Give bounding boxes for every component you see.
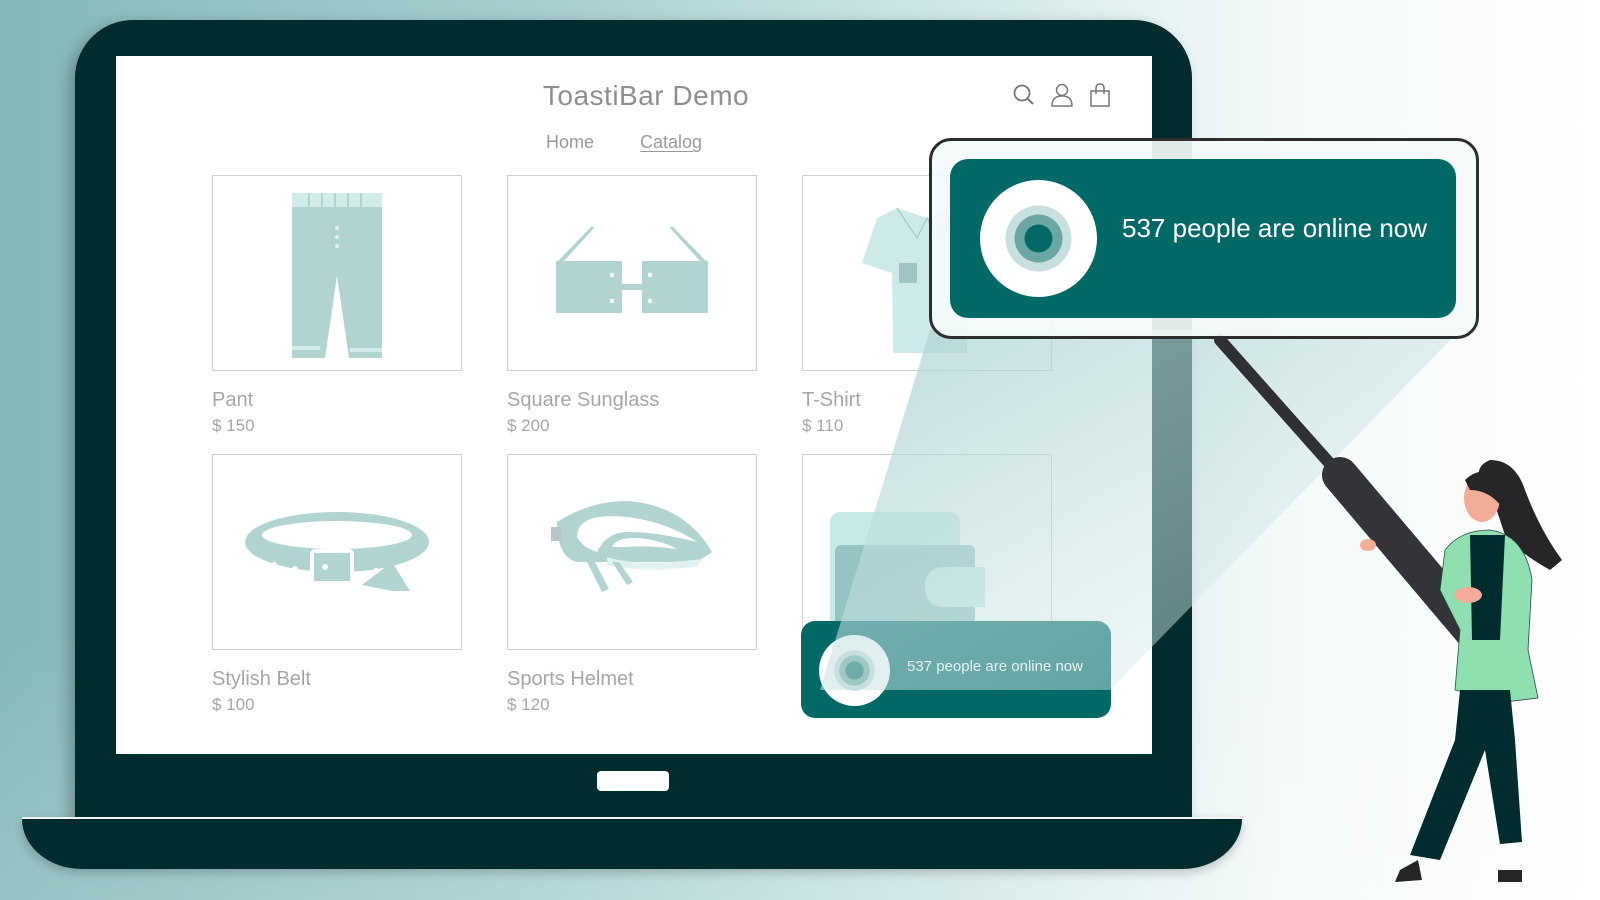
- product-name[interactable]: T-Shirt: [802, 389, 1052, 412]
- belt-icon: [245, 512, 429, 591]
- product-price: $ 200: [507, 416, 550, 435]
- user-icon[interactable]: [1050, 82, 1074, 108]
- product-card[interactable]: Pant $ 150: [212, 175, 462, 436]
- search-icon[interactable]: [1012, 82, 1036, 108]
- product-price: $ 120: [507, 695, 550, 714]
- store-nav: Home Catalog: [546, 132, 702, 153]
- product-name[interactable]: Sports Helmet: [507, 668, 757, 691]
- magnified-toast: 537 people are online now: [950, 159, 1456, 318]
- product-card[interactable]: Square Sunglass $ 200: [507, 175, 757, 436]
- online-indicator-icon: [980, 180, 1097, 297]
- product-image[interactable]: [212, 454, 462, 650]
- product-price: $ 150: [212, 416, 255, 435]
- store-title: ToastiBar Demo: [542, 80, 750, 111]
- product-price: $ 110: [802, 416, 844, 435]
- product-name[interactable]: Pant: [212, 389, 462, 412]
- product-name[interactable]: Stylish Belt: [212, 668, 462, 691]
- nav-catalog[interactable]: Catalog: [640, 132, 702, 153]
- nav-home[interactable]: Home: [546, 132, 594, 153]
- pant-icon: [292, 193, 382, 358]
- header-icons: [1012, 82, 1112, 108]
- product-price: $ 100: [212, 695, 255, 714]
- toast-notification[interactable]: 537 people are online now: [801, 621, 1111, 718]
- product-name[interactable]: Square Sunglass: [507, 389, 757, 412]
- product-card[interactable]: Sports Helmet $ 120: [507, 454, 757, 715]
- magnified-toast-message: 537 people are online now: [1122, 213, 1428, 243]
- product-card[interactable]: Stylish Belt $ 100: [212, 454, 462, 715]
- helmet-icon: [551, 501, 712, 592]
- product-image[interactable]: [507, 454, 757, 650]
- product-image[interactable]: [507, 175, 757, 371]
- toast-message: 537 people are online now: [907, 658, 1083, 675]
- product-image[interactable]: [212, 175, 462, 371]
- laptop-base: [22, 817, 1242, 869]
- woman-illustration: [1360, 460, 1562, 882]
- laptop-camera-notch: [597, 771, 669, 791]
- sunglasses-icon: [556, 226, 708, 313]
- shopping-bag-icon[interactable]: [1088, 82, 1112, 108]
- wallet-icon: [829, 512, 985, 637]
- online-indicator-icon: [819, 635, 890, 706]
